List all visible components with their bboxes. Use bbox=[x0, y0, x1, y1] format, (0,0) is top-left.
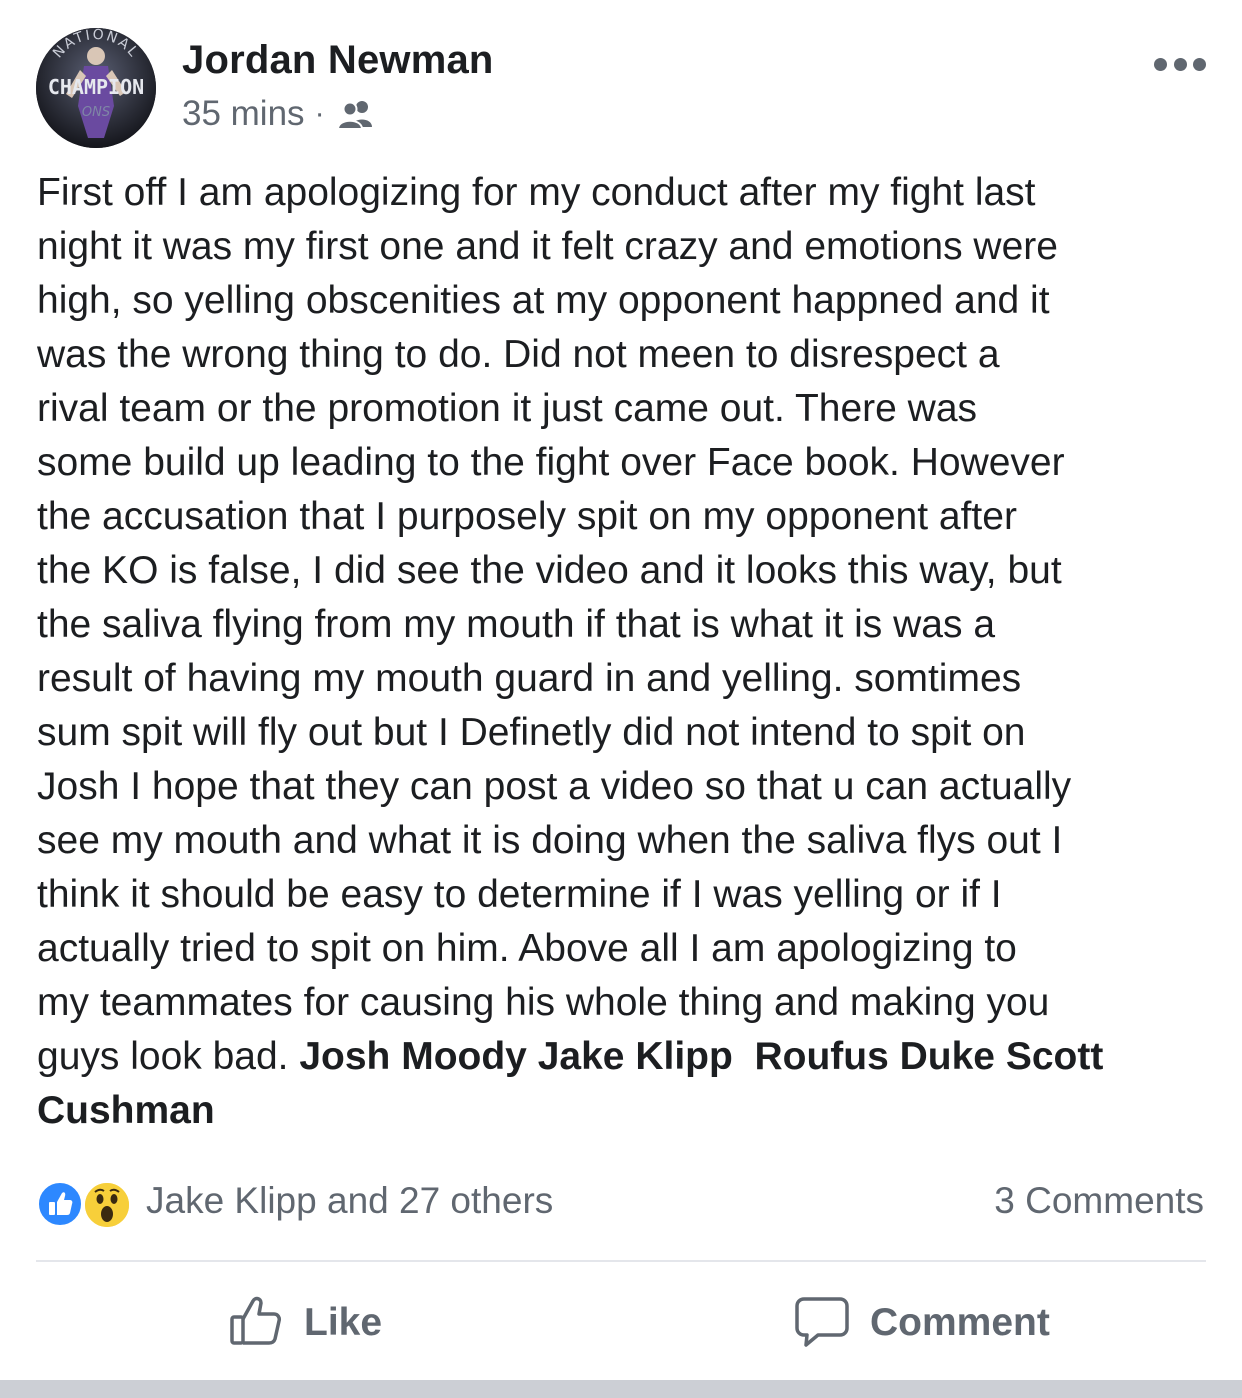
comment-button[interactable]: Comment bbox=[794, 1282, 1050, 1364]
post-body-line: the KO is false, I did see the video and… bbox=[37, 549, 1062, 592]
post-body: First off I am apologizing for my conduc… bbox=[37, 166, 1209, 1138]
reaction-icons[interactable] bbox=[36, 1180, 136, 1230]
post-body-line: result of having my mouth guard in and y… bbox=[37, 657, 1022, 700]
post-body-line: think it should be easy to determine if … bbox=[37, 873, 1002, 916]
post-body-line: Josh I hope that they can post a video s… bbox=[37, 765, 1072, 808]
comment-bubble-icon bbox=[794, 1293, 850, 1354]
tag-scott-cushman-part2[interactable]: Cushman bbox=[37, 1089, 215, 1132]
author-name[interactable]: Jordan Newman bbox=[182, 38, 494, 83]
thumbs-up-icon bbox=[228, 1293, 284, 1354]
dot-icon bbox=[1173, 57, 1187, 71]
like-icon bbox=[36, 1180, 84, 1228]
like-label: Like bbox=[304, 1301, 383, 1344]
action-bar: Like Comment bbox=[0, 1282, 1242, 1364]
post-body-line-tags: guys look bad. Josh Moody Jake Klipp Rou… bbox=[37, 1030, 1209, 1084]
post-body-line: was the wrong thing to do. Did not meen … bbox=[37, 333, 1000, 376]
friends-icon[interactable] bbox=[336, 99, 375, 130]
tag-scott-cushman-part1[interactable]: Scott bbox=[1006, 1035, 1104, 1078]
tag-jake-klipp[interactable]: Jake Klipp bbox=[538, 1035, 733, 1078]
post-body-line: actually tried to spit on him. Above all… bbox=[37, 927, 1017, 970]
post-body-line: my teammates for causing his whole thing… bbox=[37, 981, 1050, 1024]
post-body-line: rival team or the promotion it just came… bbox=[37, 387, 978, 430]
post-body-line: see my mouth and what it is doing when t… bbox=[37, 819, 1063, 862]
post-body-line: high, so yelling obscenities at my oppon… bbox=[37, 279, 1050, 322]
like-button[interactable]: Like bbox=[228, 1282, 382, 1364]
profile-avatar[interactable]: NATIONAL CHAMPION ONS bbox=[36, 28, 156, 148]
reaction-summary[interactable]: Jake Klipp and 27 others bbox=[146, 1180, 553, 1222]
post-meta: 35 mins · bbox=[182, 94, 375, 134]
post-body-line: sum spit will fly out but I Definetly di… bbox=[37, 711, 1026, 754]
more-options-icon[interactable] bbox=[1154, 50, 1206, 78]
post-body-line: night it was my first one and it felt cr… bbox=[37, 225, 1058, 268]
comments-count[interactable]: 3 Comments bbox=[994, 1180, 1204, 1222]
post-timestamp[interactable]: 35 mins bbox=[182, 94, 305, 134]
divider bbox=[36, 1260, 1206, 1262]
post-body-text: guys look bad. bbox=[37, 1035, 289, 1078]
dot-icon bbox=[1193, 57, 1206, 71]
avatar-main-text: CHAMPION bbox=[48, 75, 144, 99]
post-body-line-tags: Cushman bbox=[37, 1084, 1209, 1138]
post-body-line: some build up leading to the fight over … bbox=[37, 441, 1065, 484]
wow-icon bbox=[82, 1180, 132, 1230]
reactions-row: Jake Klipp and 27 others 3 Comments bbox=[36, 1176, 1206, 1230]
post-body-line: the accusation that I purposely spit on … bbox=[37, 495, 1017, 538]
feed-separator bbox=[0, 1380, 1242, 1398]
post-body-line: First off I am apologizing for my conduc… bbox=[37, 171, 1036, 214]
dot-icon bbox=[1154, 57, 1167, 71]
post-body-line: the saliva flying from my mouth if that … bbox=[37, 603, 996, 646]
comment-label: Comment bbox=[870, 1301, 1050, 1344]
post-header: NATIONAL CHAMPION ONS Jordan Newman 35 m… bbox=[36, 28, 1206, 152]
tag-josh-moody[interactable]: Josh Moody bbox=[299, 1035, 527, 1078]
tag-roufus-duke[interactable]: Roufus Duke bbox=[754, 1035, 995, 1078]
avatar-sub-text: ONS bbox=[82, 105, 110, 120]
meta-separator: · bbox=[314, 97, 325, 130]
